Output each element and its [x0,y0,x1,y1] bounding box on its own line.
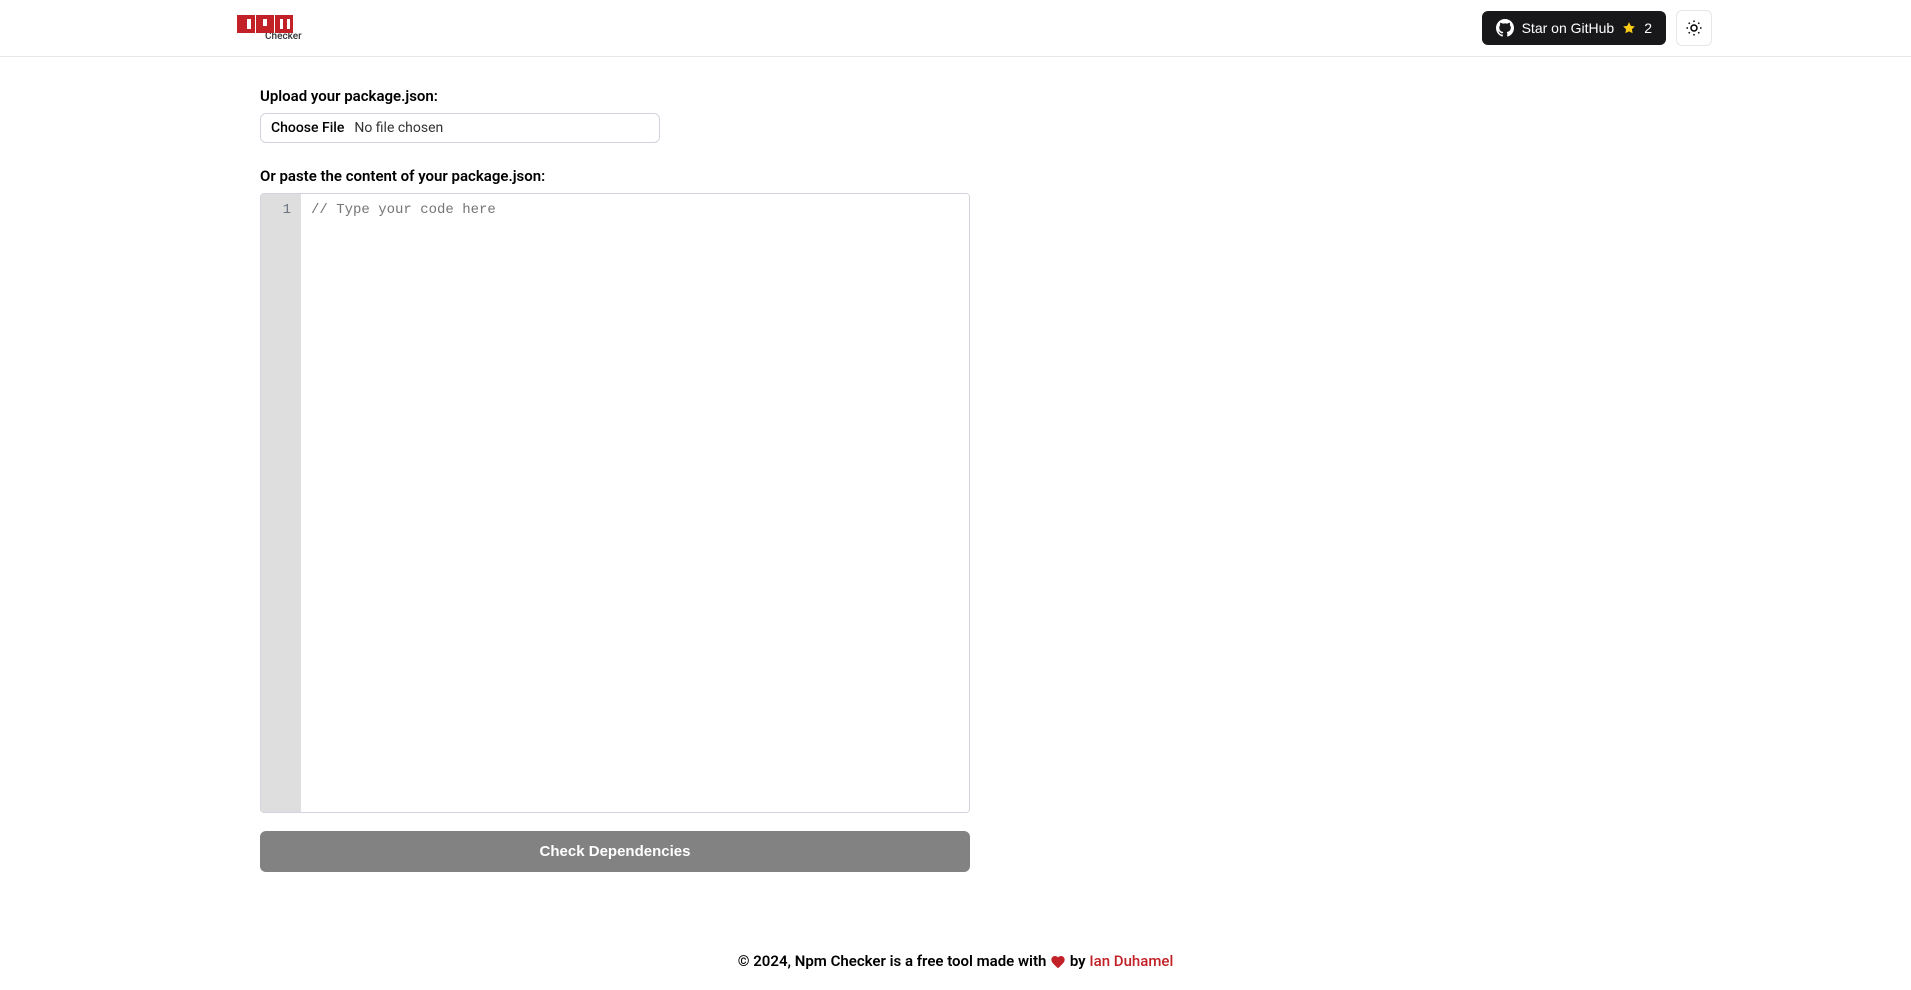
heart-icon [1050,954,1066,970]
line-numbers: 1 [261,194,301,812]
logo[interactable]: Checker [237,15,302,42]
theme-toggle-button[interactable] [1676,10,1712,46]
star-icon [1622,21,1636,35]
code-textarea[interactable] [301,194,969,812]
choose-file-button: Choose File [271,120,344,136]
star-count: 2 [1644,20,1652,36]
line-number: 1 [271,202,291,218]
author-link[interactable]: Ian Duhamel [1089,952,1173,970]
paste-label: Or paste the content of your package.jso… [260,167,1651,185]
main-content: Upload your package.json: Choose File No… [0,57,1911,902]
file-status: No file chosen [354,120,443,136]
footer-text-by: by [1070,952,1090,970]
github-star-button[interactable]: Star on GitHub 2 [1482,11,1666,45]
header-actions: Star on GitHub 2 [1482,10,1712,46]
file-input[interactable]: Choose File No file chosen [260,113,660,143]
github-label: Star on GitHub [1522,20,1615,36]
footer: © 2024, Npm Checker is a free tool made … [0,932,1911,990]
github-icon [1496,19,1514,37]
code-editor: 1 [260,193,970,813]
upload-label: Upload your package.json: [260,87,1651,105]
header: Checker Star on GitHub 2 [0,0,1911,57]
check-dependencies-button[interactable]: Check Dependencies [260,831,970,872]
footer-text-before: © 2024, Npm Checker is a free tool made … [738,952,1050,970]
sun-icon [1685,19,1703,37]
npm-logo-icon [237,15,293,33]
